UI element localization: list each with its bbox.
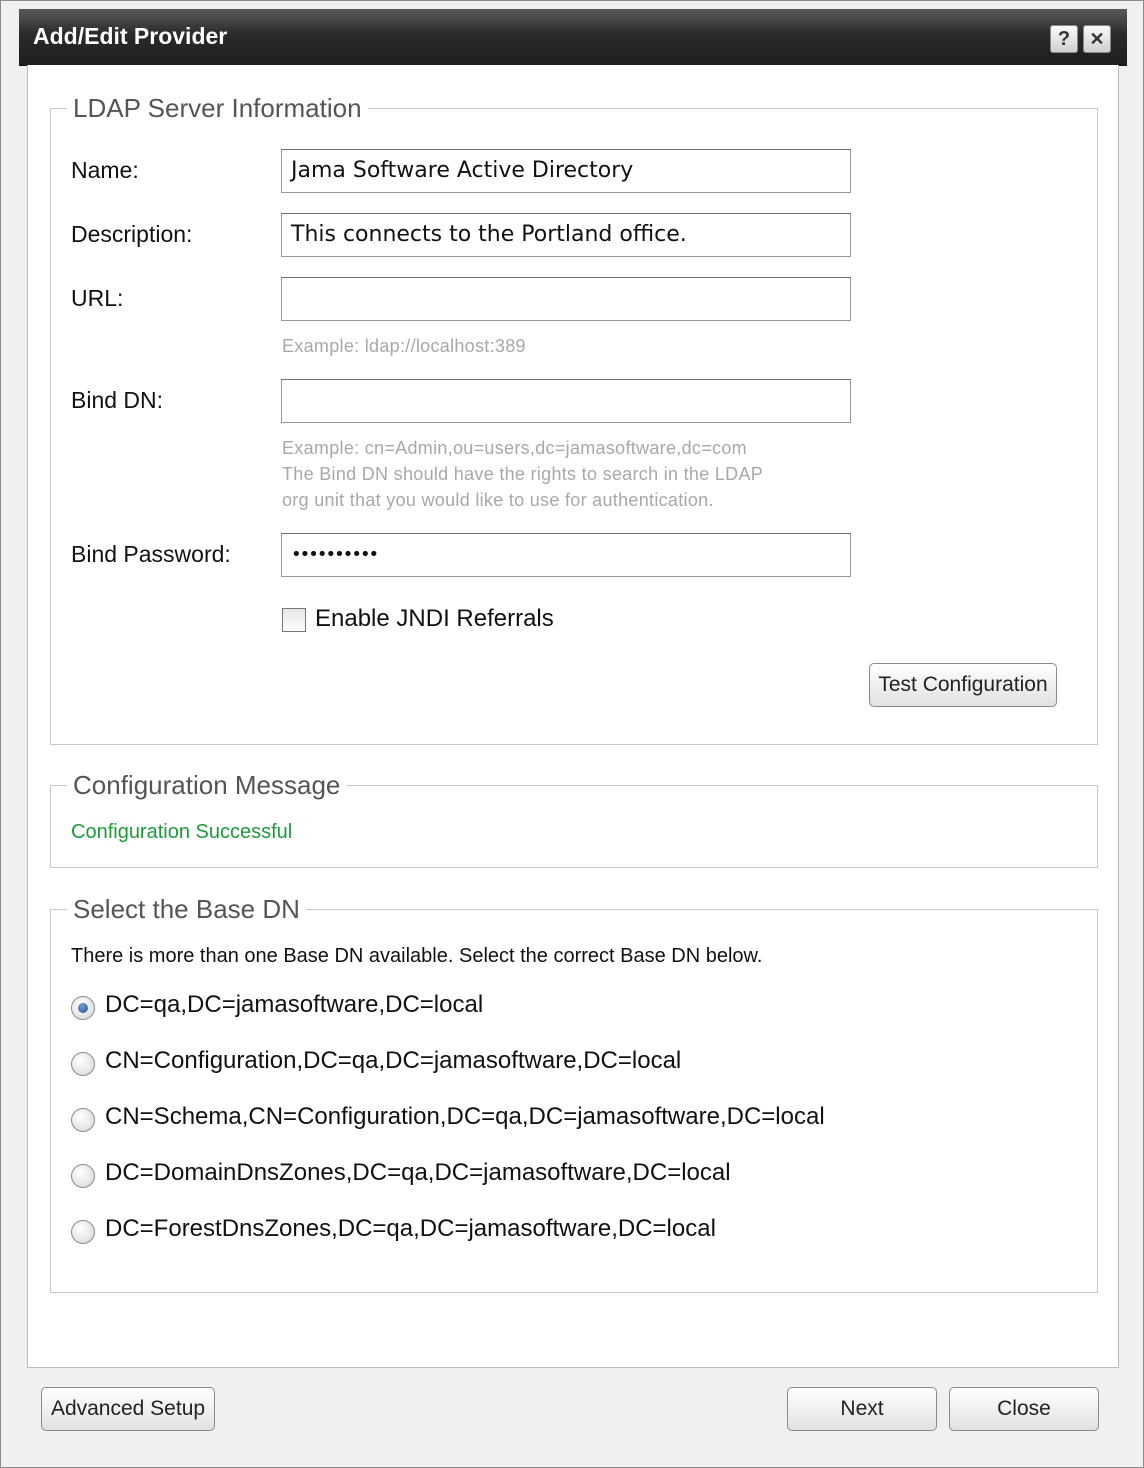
name-field[interactable]: Jama Software Active Directory — [281, 149, 851, 193]
jndi-referrals-label: Enable JNDI Referrals — [315, 605, 554, 632]
base-dn-radio-5[interactable] — [71, 1220, 95, 1244]
base-dn-radio-3[interactable] — [71, 1108, 95, 1132]
base-dn-option-4[interactable]: DC=DomainDnsZones,DC=qa,DC=jamasoftware,… — [105, 1159, 731, 1187]
configuration-message-fieldset: Configuration Message — [50, 770, 1098, 868]
close-button[interactable]: Close — [949, 1387, 1099, 1431]
bind-password-field[interactable]: •••••••••• — [281, 533, 851, 577]
base-dn-radio-4[interactable] — [71, 1164, 95, 1188]
dialog-title: Add/Edit Provider — [33, 23, 228, 49]
bind-dn-hint-example: Example: cn=Admin,ou=users,dc=jamasoftwa… — [282, 438, 747, 458]
base-dn-legend: Select the Base DN — [73, 894, 300, 924]
base-dn-option-5[interactable]: DC=ForestDnsZones,DC=qa,DC=jamasoftware,… — [105, 1215, 716, 1243]
next-button[interactable]: Next — [787, 1387, 937, 1431]
dialog-footer: Advanced Setup Next Close — [19, 1369, 1127, 1445]
dialog-content: LDAP Server Information Name: Jama Softw… — [27, 65, 1119, 1368]
description-field[interactable]: This connects to the Portland office. — [281, 213, 851, 257]
advanced-setup-button[interactable]: Advanced Setup — [41, 1387, 215, 1431]
base-dn-option-3[interactable]: CN=Schema,CN=Configuration,DC=qa,DC=jama… — [105, 1103, 825, 1131]
configuration-message-legend: Configuration Message — [73, 770, 341, 800]
bind-dn-label: Bind DN: — [71, 387, 164, 413]
configuration-status-text: Configuration Successful — [71, 821, 293, 843]
test-configuration-button[interactable]: Test Configuration — [869, 663, 1057, 707]
url-field[interactable] — [281, 277, 851, 321]
base-dn-radio-1[interactable] — [71, 996, 95, 1020]
bind-password-label: Bind Password: — [71, 541, 231, 567]
url-hint: Example: ldap://localhost:389 — [282, 336, 526, 356]
ldap-server-legend: LDAP Server Information — [73, 93, 362, 123]
help-icon[interactable]: ? — [1050, 25, 1078, 53]
name-label: Name: — [71, 157, 139, 183]
bind-dn-hint-org: org unit that you would like to use for … — [282, 490, 714, 510]
base-dn-instruction: There is more than one Base DN available… — [71, 945, 763, 967]
url-label: URL: — [71, 285, 124, 311]
jndi-referrals-checkbox[interactable] — [282, 608, 306, 632]
base-dn-option-2[interactable]: CN=Configuration,DC=qa,DC=jamasoftware,D… — [105, 1047, 681, 1075]
title-bar[interactable]: Add/Edit Provider ? ✕ — [19, 9, 1127, 66]
description-label: Description: — [71, 221, 193, 247]
base-dn-radio-2[interactable] — [71, 1052, 95, 1076]
bind-dn-field[interactable] — [281, 379, 851, 423]
base-dn-option-1[interactable]: DC=qa,DC=jamasoftware,DC=local — [105, 991, 483, 1019]
close-icon[interactable]: ✕ — [1083, 25, 1111, 53]
add-edit-provider-dialog: Add/Edit Provider ? ✕ LDAP Server Inform… — [0, 0, 1144, 1468]
bind-dn-hint-rights: The Bind DN should have the rights to se… — [282, 464, 764, 484]
